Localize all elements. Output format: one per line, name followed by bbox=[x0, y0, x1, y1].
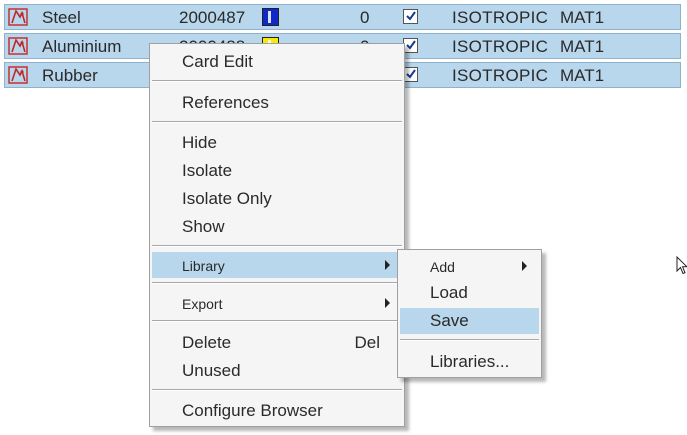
menu-separator bbox=[152, 245, 402, 247]
triangle-right-icon bbox=[385, 298, 390, 308]
context-menu: Card Edit References Hide Isolate Isolat… bbox=[149, 43, 405, 427]
mouse-pointer-icon bbox=[676, 256, 687, 275]
table-row[interactable]: Steel 2000487 0 ISOTROPIC MAT1 bbox=[4, 4, 681, 30]
menu-item-load[interactable]: Load bbox=[400, 280, 539, 306]
menu-item-shortcut: Del bbox=[354, 333, 380, 352]
checkbox-checked-icon[interactable] bbox=[403, 9, 418, 24]
menu-item-label: Libraries... bbox=[430, 352, 510, 371]
material-icon bbox=[8, 37, 28, 55]
color-swatch[interactable] bbox=[262, 8, 279, 26]
menu-item-references[interactable]: References bbox=[152, 90, 402, 116]
menu-item-save[interactable]: Save bbox=[400, 308, 539, 334]
menu-item-label: Library bbox=[182, 258, 225, 274]
menu-item-label: Save bbox=[430, 311, 469, 330]
menu-item-label: Show bbox=[182, 217, 225, 236]
menu-item-isolate-only[interactable]: Isolate Only bbox=[152, 186, 402, 212]
menu-item-isolate[interactable]: Isolate bbox=[152, 158, 402, 184]
menu-item-configure-browser[interactable]: Configure Browser bbox=[152, 398, 402, 424]
material-type: ISOTROPIC bbox=[452, 66, 549, 85]
material-icon bbox=[8, 8, 28, 26]
card-image: MAT1 bbox=[560, 8, 605, 27]
menu-item-hide[interactable]: Hide bbox=[152, 130, 402, 156]
material-name: Aluminium bbox=[42, 37, 122, 56]
material-icon bbox=[8, 66, 28, 84]
triangle-right-icon bbox=[522, 261, 527, 271]
menu-item-label: Add bbox=[430, 259, 455, 275]
material-name: Rubber bbox=[42, 66, 98, 85]
checkbox-checked-icon[interactable] bbox=[403, 38, 418, 53]
card-image: MAT1 bbox=[560, 37, 605, 56]
menu-item-card-edit[interactable]: Card Edit bbox=[152, 49, 402, 75]
menu-separator bbox=[152, 80, 402, 82]
menu-item-label: Isolate bbox=[182, 161, 233, 180]
menu-item-label: Export bbox=[182, 296, 223, 312]
menu-separator bbox=[152, 282, 402, 284]
menu-item-label: Configure Browser bbox=[182, 401, 323, 420]
menu-separator bbox=[152, 389, 402, 391]
menu-item-label: Isolate Only bbox=[182, 189, 272, 208]
card-image: MAT1 bbox=[560, 66, 605, 85]
menu-separator bbox=[152, 320, 402, 322]
menu-item-export[interactable]: Export bbox=[152, 290, 402, 316]
material-id: 2000487 bbox=[179, 8, 246, 27]
material-name: Steel bbox=[42, 8, 81, 27]
triangle-right-icon bbox=[385, 260, 390, 270]
menu-item-label: Delete bbox=[182, 333, 232, 352]
menu-item-library[interactable]: Library bbox=[152, 252, 402, 278]
menu-separator bbox=[400, 339, 539, 341]
menu-item-label: References bbox=[182, 93, 269, 112]
usage-count: 0 bbox=[360, 8, 370, 27]
menu-item-add[interactable]: Add bbox=[400, 253, 539, 279]
menu-item-unused[interactable]: Unused bbox=[152, 358, 402, 384]
menu-item-delete[interactable]: Delete Del bbox=[152, 330, 402, 356]
checkbox-checked-icon[interactable] bbox=[403, 67, 418, 82]
menu-item-show[interactable]: Show bbox=[152, 214, 402, 240]
material-type: ISOTROPIC bbox=[452, 37, 549, 56]
menu-separator bbox=[152, 121, 402, 123]
menu-item-label: Load bbox=[430, 283, 468, 302]
menu-item-label: Card Edit bbox=[182, 52, 253, 71]
menu-item-label: Unused bbox=[182, 361, 241, 380]
library-submenu: Add Load Save Libraries... bbox=[397, 249, 542, 378]
material-type: ISOTROPIC bbox=[452, 8, 549, 27]
menu-item-label: Hide bbox=[182, 133, 217, 152]
menu-item-libraries[interactable]: Libraries... bbox=[400, 349, 539, 375]
